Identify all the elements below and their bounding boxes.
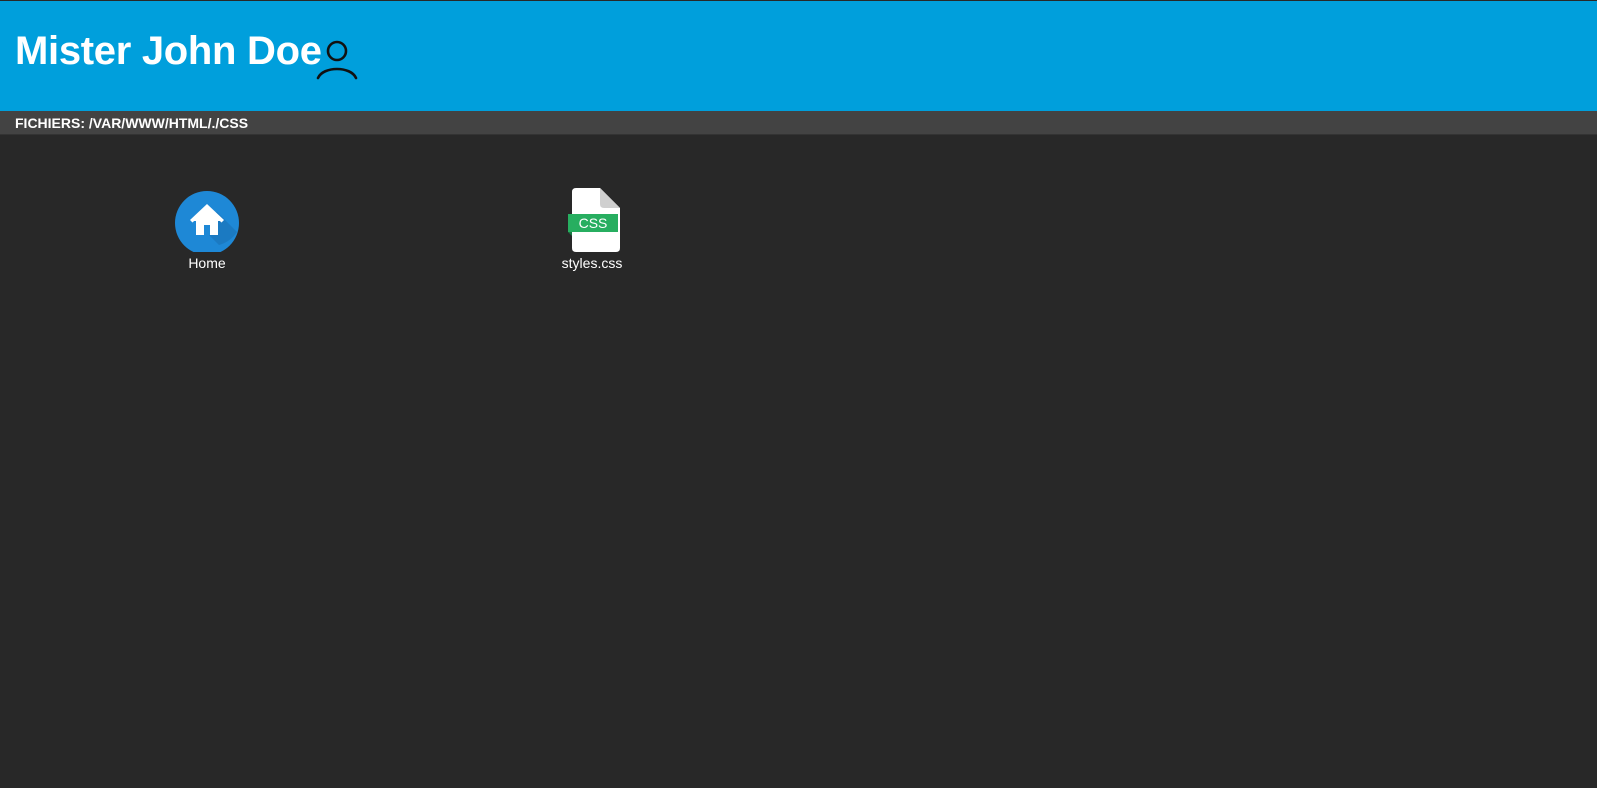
- file-item-styles-css[interactable]: CSS styles.css: [532, 180, 652, 280]
- file-label: styles.css: [561, 255, 623, 271]
- path-bar: FICHIERS: /VAR/WWW/HTML/./CSS: [0, 111, 1597, 135]
- current-path: FICHIERS: /VAR/WWW/HTML/./CSS: [15, 115, 249, 131]
- app-header: Mister John Doe: [0, 1, 1597, 111]
- user-icon[interactable]: [315, 37, 359, 81]
- css-file-icon: CSS: [568, 188, 620, 252]
- css-badge-text: CSS: [579, 215, 608, 231]
- home-icon: [175, 191, 239, 252]
- folder-item-home[interactable]: Home: [147, 180, 267, 280]
- folder-label: Home: [188, 255, 226, 271]
- user-name: Mister John Doe: [15, 29, 322, 73]
